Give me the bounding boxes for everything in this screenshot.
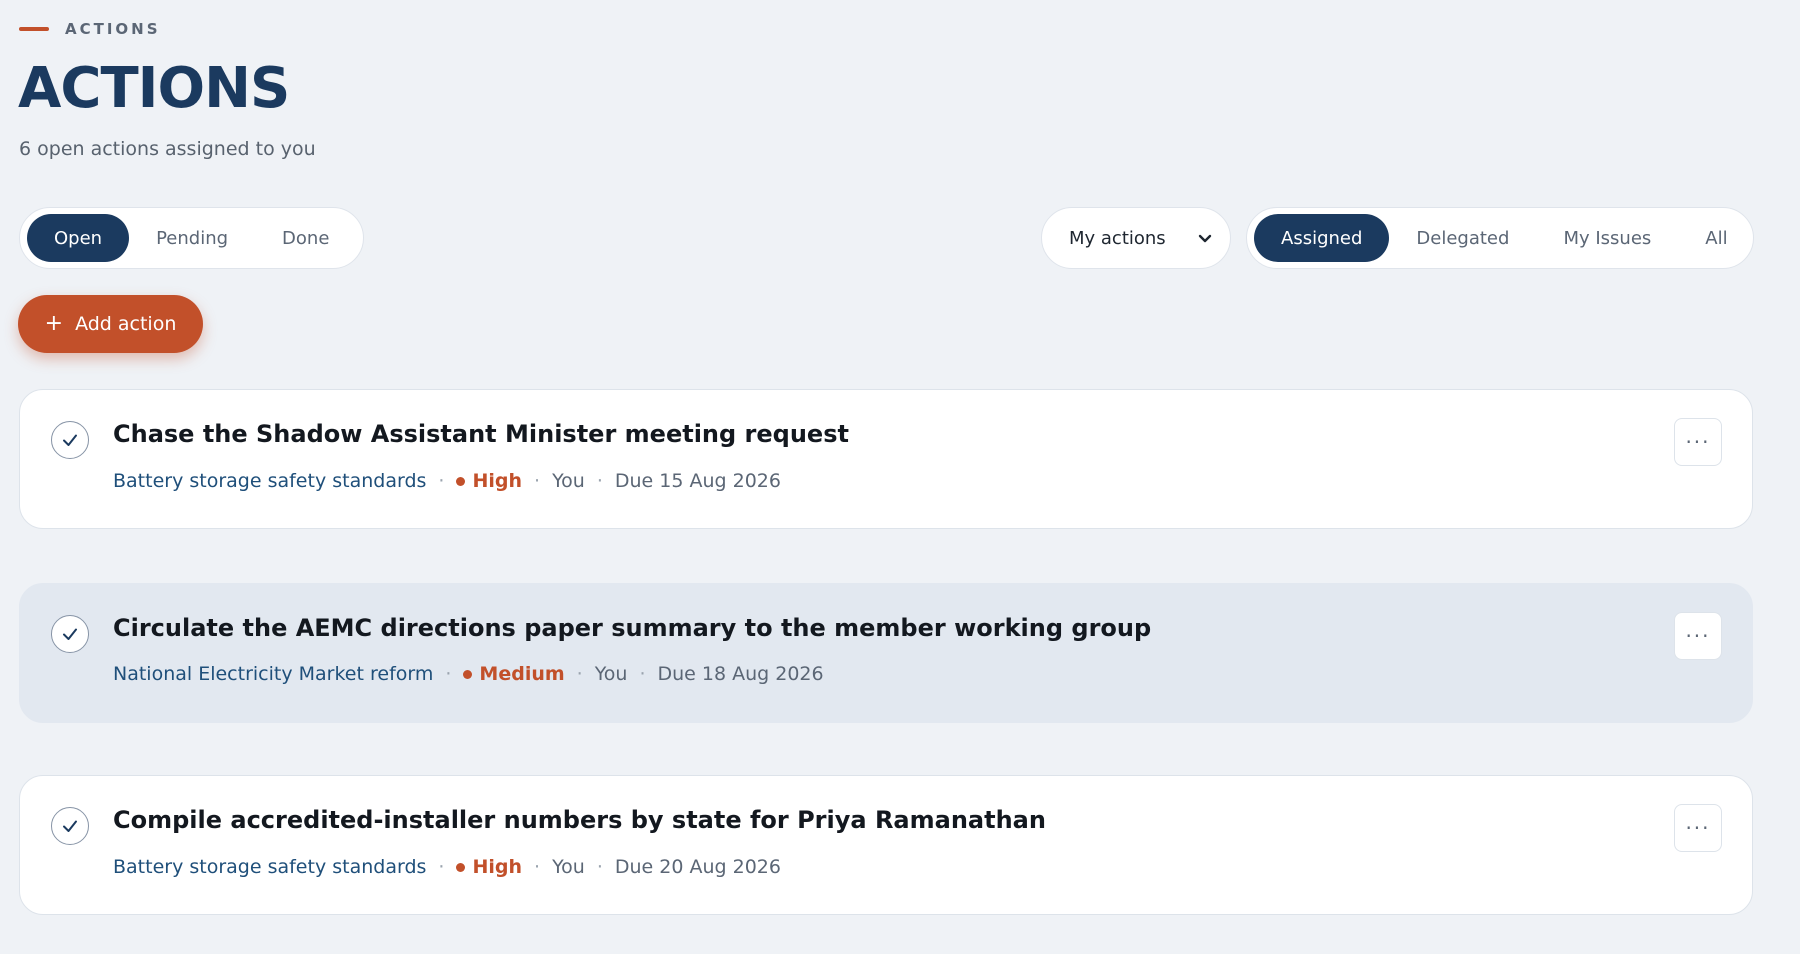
meta-separator: · [534, 470, 541, 492]
tab-delegated[interactable]: Delegated [1389, 214, 1536, 262]
action-card[interactable]: Compile accredited-installer numbers by … [19, 775, 1753, 915]
check-icon [63, 820, 77, 832]
ellipsis-icon: ··· [1685, 430, 1711, 454]
meta-separator: · [576, 663, 583, 685]
tab-done[interactable]: Done [255, 214, 356, 262]
tab-assigned[interactable]: Assigned [1254, 214, 1390, 262]
priority-badge: Medium [463, 663, 565, 685]
action-title[interactable]: Compile accredited-installer numbers by … [113, 806, 1046, 834]
check-icon [63, 434, 77, 446]
eyebrow-accent-bar [19, 27, 49, 31]
action-issue-link[interactable]: Battery storage safety standards [113, 856, 426, 878]
add-action-button[interactable]: + Add action [18, 295, 203, 353]
meta-separator: · [438, 470, 445, 492]
tab-my-issues[interactable]: My Issues [1536, 214, 1678, 262]
priority-badge: High [456, 470, 522, 492]
action-card[interactable]: Circulate the AEMC directions paper summ… [19, 583, 1753, 723]
priority-dot-icon [456, 476, 466, 486]
action-meta: Battery storage safety standards · High … [113, 856, 781, 878]
action-due-date: Due 18 Aug 2026 [657, 663, 824, 685]
meta-separator: · [639, 663, 646, 685]
complete-check-button[interactable] [51, 615, 89, 653]
page-subtitle: 6 open actions assigned to you [19, 138, 316, 160]
priority-label: High [472, 856, 523, 878]
owner-select-value: My actions [1069, 227, 1166, 249]
meta-separator: · [596, 856, 603, 878]
meta-separator: · [534, 856, 541, 878]
action-title[interactable]: Chase the Shadow Assistant Minister meet… [113, 420, 849, 448]
check-icon [63, 628, 77, 640]
scope-filter-tabs: Assigned Delegated My Issues All [1246, 207, 1754, 269]
complete-check-button[interactable] [51, 421, 89, 459]
more-options-button[interactable]: ··· [1674, 418, 1722, 466]
action-issue-link[interactable]: Battery storage safety standards [113, 470, 426, 492]
chevron-down-icon [1198, 229, 1212, 248]
status-filter-tabs: Open Pending Done [19, 207, 364, 269]
action-owner: You [594, 663, 628, 685]
more-options-button[interactable]: ··· [1674, 612, 1722, 660]
ellipsis-icon: ··· [1685, 624, 1711, 648]
meta-separator: · [445, 663, 452, 685]
priority-dot-icon [463, 669, 473, 679]
priority-label: Medium [479, 663, 565, 685]
page-eyebrow: ACTIONS [19, 20, 161, 38]
priority-badge: High [456, 856, 522, 878]
tab-pending[interactable]: Pending [129, 214, 255, 262]
tab-all[interactable]: All [1678, 214, 1754, 262]
action-owner: You [552, 470, 585, 492]
priority-dot-icon [456, 862, 466, 872]
action-due-date: Due 15 Aug 2026 [614, 470, 781, 492]
add-action-label: Add action [75, 313, 177, 335]
meta-separator: · [438, 856, 445, 878]
action-issue-link[interactable]: National Electricity Market reform [113, 663, 433, 685]
complete-check-button[interactable] [51, 807, 89, 845]
action-title[interactable]: Circulate the AEMC directions paper summ… [113, 614, 1151, 642]
meta-separator: · [596, 470, 603, 492]
eyebrow-label: ACTIONS [65, 20, 161, 38]
action-meta: Battery storage safety standards · High … [113, 470, 781, 492]
plus-icon: + [44, 311, 64, 336]
action-due-date: Due 20 Aug 2026 [614, 856, 781, 878]
owner-select[interactable]: My actions [1041, 207, 1231, 269]
tab-open[interactable]: Open [27, 214, 130, 262]
ellipsis-icon: ··· [1685, 816, 1711, 840]
more-options-button[interactable]: ··· [1674, 804, 1722, 852]
action-owner: You [552, 856, 585, 878]
action-meta: National Electricity Market reform · Med… [113, 663, 824, 685]
action-card[interactable]: Chase the Shadow Assistant Minister meet… [19, 389, 1753, 529]
page-title: ACTIONS [18, 56, 290, 121]
priority-label: High [472, 470, 523, 492]
